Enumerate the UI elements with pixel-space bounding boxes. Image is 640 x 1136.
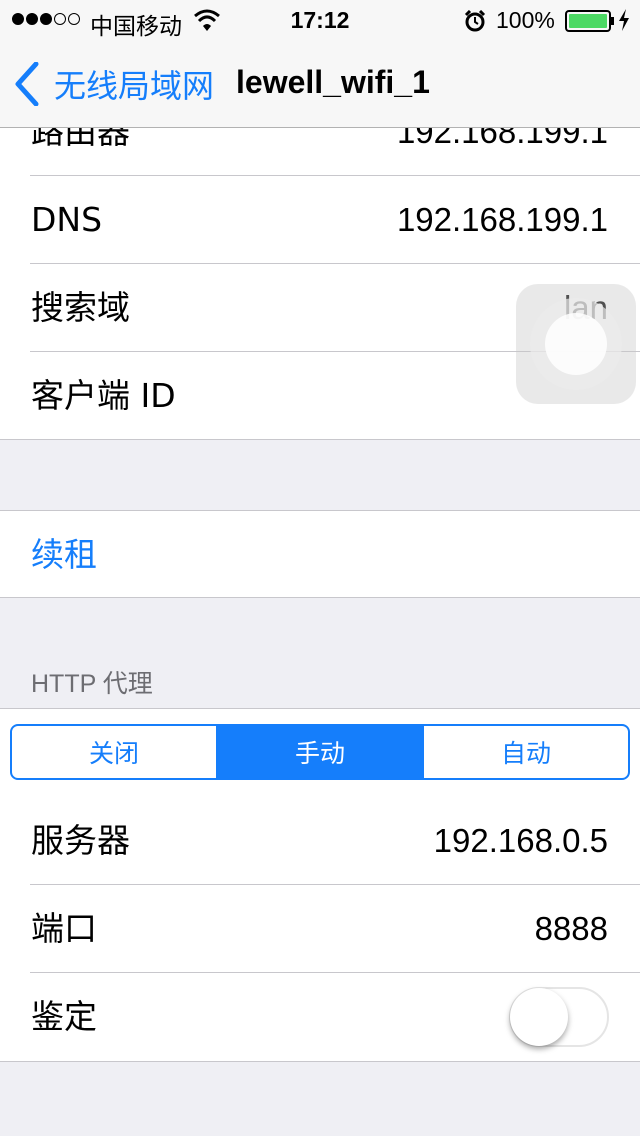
page-title: lewell_wifi_1 xyxy=(236,64,430,100)
renew-lease-label: 续租 xyxy=(31,535,97,574)
chevron-left-icon xyxy=(15,62,39,106)
dns-row: DNS 192.168.199.1 xyxy=(0,176,640,264)
charging-bolt-icon xyxy=(619,9,629,31)
renew-lease-group: 续租 xyxy=(0,510,640,598)
toggle-knob xyxy=(510,988,568,1046)
navigation-bar: 无线局域网 lewell_wifi_1 xyxy=(0,40,640,128)
assistive-touch-core-icon xyxy=(545,313,607,375)
authentication-label: 鉴定 xyxy=(31,997,97,1036)
battery-percentage: 100% xyxy=(496,7,555,33)
renew-lease-button[interactable]: 续租 xyxy=(0,511,640,599)
proxy-mode-off-segment[interactable]: 关闭 xyxy=(12,726,218,778)
server-value[interactable]: 192.168.0.5 xyxy=(434,819,608,863)
server-row[interactable]: 服务器 192.168.0.5 xyxy=(0,797,640,885)
authentication-toggle[interactable] xyxy=(509,987,609,1047)
proxy-mode-manual-segment[interactable]: 手动 xyxy=(218,726,424,778)
authentication-row: 鉴定 xyxy=(0,973,640,1061)
port-row[interactable]: 端口 8888 xyxy=(0,885,640,973)
port-value[interactable]: 8888 xyxy=(535,907,608,951)
port-label: 端口 xyxy=(31,909,97,948)
server-label: 服务器 xyxy=(31,821,130,860)
http-proxy-header: HTTP 代理 xyxy=(31,670,153,698)
back-button-label: 无线局域网 xyxy=(54,68,215,104)
proxy-mode-segmented-control: 关闭 手动 自动 xyxy=(10,724,630,780)
battery-icon xyxy=(565,10,614,32)
assistive-touch-button[interactable] xyxy=(516,284,636,404)
status-bar: 中国移动 17:12 100% xyxy=(0,0,640,40)
dns-label: DNS xyxy=(31,200,103,239)
search-domain-label: 搜索域 xyxy=(31,288,130,327)
proxy-mode-auto-segment[interactable]: 自动 xyxy=(424,726,628,778)
back-button[interactable]: 无线局域网 xyxy=(14,62,214,106)
dns-value: 192.168.199.1 xyxy=(396,201,608,238)
alarm-icon xyxy=(464,10,486,32)
client-id-label: 客户端 ID xyxy=(31,376,176,415)
